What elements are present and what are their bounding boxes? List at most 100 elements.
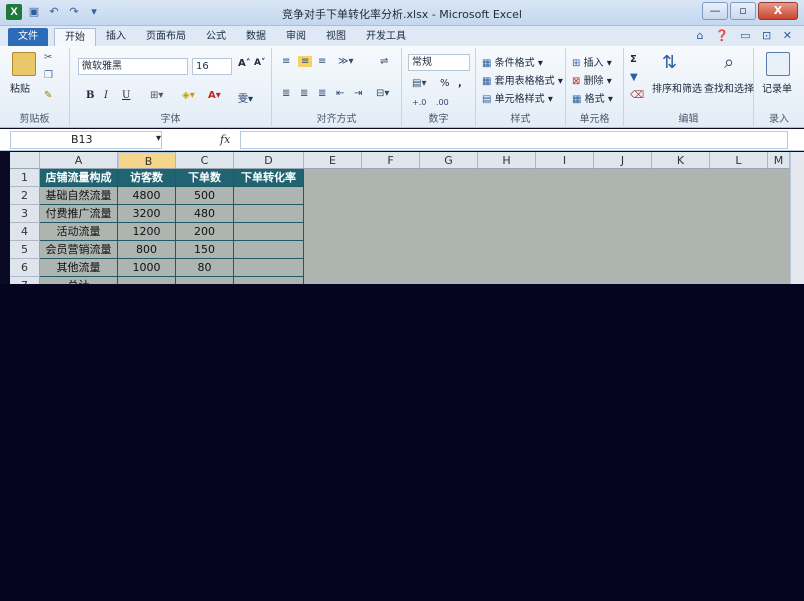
- format-painter-icon[interactable]: ✎: [44, 90, 52, 101]
- increase-decimal-icon[interactable]: +.0: [412, 98, 426, 107]
- maximize-button[interactable]: ▫: [730, 2, 756, 20]
- align-center-icon[interactable]: ≣: [300, 88, 308, 99]
- form-icon[interactable]: [766, 52, 790, 76]
- delete-cells-button[interactable]: ⊠ 删除 ▾: [572, 72, 612, 87]
- clear-icon[interactable]: ⌫: [630, 90, 644, 101]
- tab-developer[interactable]: 开发工具: [356, 28, 416, 46]
- border-icon[interactable]: ⊞▾: [150, 90, 163, 101]
- cell-B2[interactable]: 4800: [118, 187, 176, 205]
- vertical-scrollbar[interactable]: [790, 152, 804, 284]
- autosum-button[interactable]: Σ: [630, 54, 637, 65]
- cell-C1[interactable]: 下单数: [176, 169, 234, 187]
- cell-B5[interactable]: 800: [118, 241, 176, 259]
- cell-A5[interactable]: 会员营销流量: [40, 241, 118, 259]
- cell-C6[interactable]: 80: [176, 259, 234, 277]
- cell-D6[interactable]: [234, 259, 304, 277]
- font-color-icon[interactable]: A▾: [208, 90, 221, 101]
- align-top-icon[interactable]: ≡: [282, 56, 290, 67]
- cell-C2[interactable]: 500: [176, 187, 234, 205]
- cell-D1[interactable]: 下单转化率: [234, 169, 304, 187]
- paste-icon[interactable]: [12, 52, 36, 76]
- percent-button[interactable]: %: [440, 78, 450, 89]
- cell-B3[interactable]: 3200: [118, 205, 176, 223]
- close-button[interactable]: X: [758, 2, 798, 20]
- column-header-J[interactable]: J: [594, 152, 652, 169]
- decrease-indent-icon[interactable]: ⇤: [336, 88, 344, 99]
- cell-A1[interactable]: 店铺流量构成: [40, 169, 118, 187]
- tab-page-layout[interactable]: 页面布局: [136, 28, 196, 46]
- sort-filter-icon[interactable]: ⇅: [662, 52, 677, 73]
- column-header-K[interactable]: K: [652, 152, 710, 169]
- cell-A6[interactable]: 其他流量: [40, 259, 118, 277]
- cell-A3[interactable]: 付费推广流量: [40, 205, 118, 223]
- tab-file[interactable]: 文件: [8, 28, 48, 46]
- column-header-E[interactable]: E: [304, 152, 362, 169]
- tab-insert[interactable]: 插入: [96, 28, 136, 46]
- font-name-select[interactable]: 微软雅黑: [78, 58, 188, 75]
- column-header-F[interactable]: F: [362, 152, 420, 169]
- font-size-select[interactable]: 16: [192, 58, 232, 75]
- record-button[interactable]: 记录单: [762, 80, 792, 95]
- align-left-icon[interactable]: ≣: [282, 88, 290, 99]
- row-header-2[interactable]: 2: [10, 187, 40, 205]
- cell-D2[interactable]: [234, 187, 304, 205]
- column-header-H[interactable]: H: [478, 152, 536, 169]
- align-right-icon[interactable]: ≣: [318, 88, 326, 99]
- shrink-font-icon[interactable]: A˅: [254, 58, 265, 68]
- align-bottom-icon[interactable]: ≡: [318, 56, 326, 67]
- cell-C7[interactable]: [176, 277, 234, 284]
- cell-D4[interactable]: [234, 223, 304, 241]
- row-header-7[interactable]: 7: [10, 277, 40, 284]
- cell-B4[interactable]: 1200: [118, 223, 176, 241]
- cell-C3[interactable]: 480: [176, 205, 234, 223]
- increase-indent-icon[interactable]: ⇥: [354, 88, 362, 99]
- bold-button[interactable]: B: [86, 90, 94, 101]
- find-select-icon[interactable]: ⌕: [724, 52, 734, 73]
- fill-color-icon[interactable]: ◈▾: [182, 90, 195, 101]
- conditional-format-button[interactable]: ▦ 条件格式 ▾: [482, 54, 543, 69]
- underline-button[interactable]: U: [122, 90, 130, 101]
- wrap-text-icon[interactable]: ⇌: [380, 56, 388, 67]
- tab-view[interactable]: 视图: [316, 28, 356, 46]
- insert-function-button[interactable]: fx: [220, 133, 230, 146]
- sort-filter-button[interactable]: 排序和筛选: [652, 80, 702, 95]
- select-all-corner[interactable]: [10, 152, 40, 169]
- column-header-A[interactable]: A: [40, 152, 118, 169]
- format-as-table-button[interactable]: ▦ 套用表格格式 ▾: [482, 72, 563, 87]
- formula-input[interactable]: [240, 131, 788, 149]
- column-header-D[interactable]: D: [234, 152, 304, 169]
- name-box[interactable]: B13: [10, 131, 162, 149]
- copy-icon[interactable]: ❐: [44, 70, 53, 81]
- italic-button[interactable]: I: [104, 90, 108, 101]
- row-header-4[interactable]: 4: [10, 223, 40, 241]
- tab-home[interactable]: 开始: [54, 28, 96, 46]
- tab-formulas[interactable]: 公式: [196, 28, 236, 46]
- row-header-3[interactable]: 3: [10, 205, 40, 223]
- cut-icon[interactable]: ✂: [44, 52, 52, 63]
- cell-styles-button[interactable]: ▤ 单元格样式 ▾: [482, 90, 553, 105]
- grow-font-icon[interactable]: A˄: [238, 58, 251, 69]
- column-header-C[interactable]: C: [176, 152, 234, 169]
- row-header-6[interactable]: 6: [10, 259, 40, 277]
- cell-B1[interactable]: 访客数: [118, 169, 176, 187]
- phonetic-icon[interactable]: 雯▾: [238, 90, 253, 105]
- cell-A2[interactable]: 基础自然流量: [40, 187, 118, 205]
- decrease-decimal-icon[interactable]: .00: [436, 98, 449, 107]
- cell-C4[interactable]: 200: [176, 223, 234, 241]
- cell-D7[interactable]: [234, 277, 304, 284]
- orientation-icon[interactable]: ≫▾: [338, 56, 354, 67]
- cell-B7[interactable]: [118, 277, 176, 284]
- fill-icon[interactable]: ▼: [630, 72, 638, 83]
- column-header-G[interactable]: G: [420, 152, 478, 169]
- comma-button[interactable]: ,: [458, 78, 462, 89]
- cell-D3[interactable]: [234, 205, 304, 223]
- cell-D5[interactable]: [234, 241, 304, 259]
- ribbon-window-controls[interactable]: ⌂ ❓ ▭ ⊡ ✕: [697, 29, 797, 42]
- cell-C5[interactable]: 150: [176, 241, 234, 259]
- insert-cells-button[interactable]: ⊞ 插入 ▾: [572, 54, 612, 69]
- column-header-L[interactable]: L: [710, 152, 768, 169]
- name-box-dropdown-icon[interactable]: ▾: [156, 133, 161, 144]
- row-header-1[interactable]: 1: [10, 169, 40, 187]
- row-header-5[interactable]: 5: [10, 241, 40, 259]
- paste-button[interactable]: 粘贴: [10, 80, 30, 95]
